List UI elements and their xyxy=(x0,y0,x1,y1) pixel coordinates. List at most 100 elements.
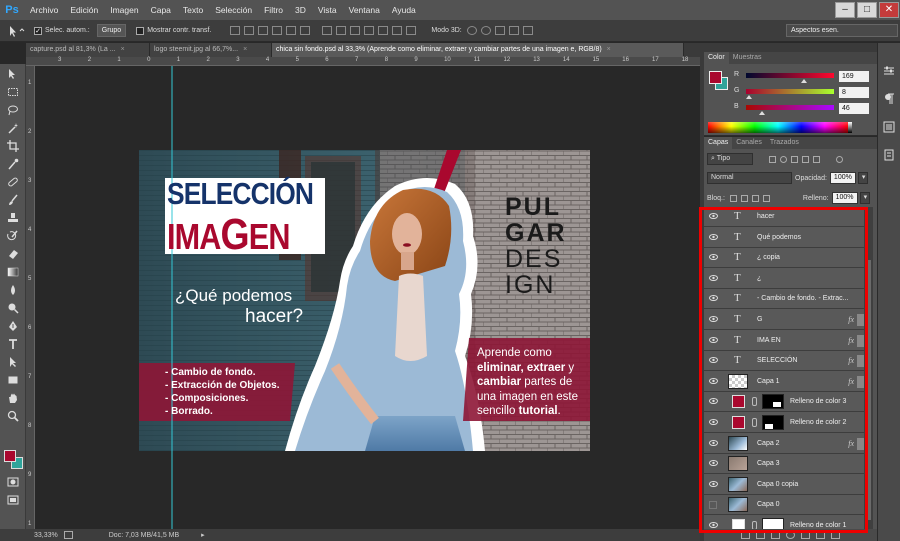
green-thumb[interactable] xyxy=(745,95,752,99)
red-value[interactable]: 169 xyxy=(839,71,869,82)
blue-bar[interactable] xyxy=(746,105,834,110)
properties-icon[interactable] xyxy=(883,121,895,133)
dodge-icon[interactable] xyxy=(7,302,19,314)
auto-select-checkbox[interactable]: ✓ xyxy=(34,26,42,35)
paragraph-icon[interactable] xyxy=(883,93,895,105)
tab-color[interactable]: Color xyxy=(704,52,729,64)
menu-item-ventana[interactable]: Ventana xyxy=(343,0,386,20)
adjustments-icon[interactable] xyxy=(883,65,895,77)
align-top-icon[interactable] xyxy=(230,26,241,35)
tab-layers[interactable]: Capas xyxy=(704,137,733,149)
tab-logo-steemit[interactable]: logo steemit.jpg al 66,7%... × xyxy=(150,43,272,57)
blur-icon[interactable] xyxy=(7,284,19,296)
status-arrow-icon[interactable]: ▸ xyxy=(201,531,205,539)
fill-dropdown-icon[interactable]: ▾ xyxy=(859,192,870,204)
distribute-right-icon[interactable] xyxy=(392,26,403,35)
green-slider[interactable]: G 8 xyxy=(730,87,878,99)
magic-wand-icon[interactable] xyxy=(7,122,19,134)
history-icon[interactable] xyxy=(883,149,895,161)
move-icon[interactable] xyxy=(7,68,19,80)
blue-slider[interactable]: B 46 xyxy=(730,103,878,115)
zoom-level[interactable]: 33,33% xyxy=(34,532,58,539)
auto-align-icon[interactable] xyxy=(406,26,417,35)
red-bar[interactable] xyxy=(746,73,834,78)
menu-item-texto[interactable]: Texto xyxy=(177,0,209,20)
align-right-icon[interactable] xyxy=(300,26,311,35)
distribute-left-icon[interactable] xyxy=(364,26,375,35)
drag-3d-icon[interactable] xyxy=(494,26,505,35)
distribute-top-icon[interactable] xyxy=(322,26,333,35)
grayscale-ramp[interactable] xyxy=(848,122,852,133)
tab-swatches[interactable]: Muestras xyxy=(729,52,766,64)
maximize-button[interactable]: □ xyxy=(857,2,877,18)
status-info-icon[interactable] xyxy=(63,531,73,539)
red-slider[interactable]: R 169 xyxy=(730,71,878,83)
tab-channels[interactable]: Canales xyxy=(732,137,766,149)
blend-mode-dropdown[interactable]: Normal xyxy=(707,172,792,184)
tab-close-icon[interactable]: × xyxy=(121,43,125,57)
filter-toggle-icon[interactable] xyxy=(836,155,843,163)
healing-brush-icon[interactable] xyxy=(7,176,19,188)
workspace-dropdown[interactable]: Aspectos esen. xyxy=(786,24,898,37)
opacity-dropdown-icon[interactable]: ▾ xyxy=(857,172,868,184)
roll-3d-icon[interactable] xyxy=(480,26,491,35)
quick-mask-icon[interactable] xyxy=(7,476,19,488)
blue-thumb[interactable] xyxy=(758,111,765,115)
distribute-bottom-icon[interactable] xyxy=(350,26,361,35)
blue-value[interactable]: 46 xyxy=(839,103,869,114)
tab-capture[interactable]: capture.psd al 81,3% (La ... × xyxy=(26,43,150,57)
lock-position-icon[interactable] xyxy=(751,194,759,202)
tab-close-icon[interactable]: × xyxy=(243,43,247,57)
panel-foreground-swatch[interactable] xyxy=(709,71,722,84)
menu-item-edici-n[interactable]: Edición xyxy=(64,0,104,20)
slide-3d-icon[interactable] xyxy=(508,26,519,35)
filter-adjustment-icon[interactable] xyxy=(780,155,787,163)
distribute-hcenter-icon[interactable] xyxy=(378,26,389,35)
rotate-3d-icon[interactable] xyxy=(466,26,477,35)
rectangle-icon[interactable] xyxy=(7,374,19,386)
menu-item-imagen[interactable]: Imagen xyxy=(104,0,144,20)
lock-all-icon[interactable] xyxy=(762,194,770,202)
layer-filter-dropdown[interactable]: ⌕ Tipo xyxy=(707,153,753,165)
red-thumb[interactable] xyxy=(801,79,808,83)
brush-icon[interactable] xyxy=(7,194,19,206)
lock-pixels-icon[interactable] xyxy=(740,194,748,202)
hand-icon[interactable] xyxy=(7,392,19,404)
opacity-value[interactable]: 100% xyxy=(829,172,856,184)
zoom-icon[interactable] xyxy=(7,410,19,422)
eraser-icon[interactable] xyxy=(7,248,19,260)
color-spectrum[interactable] xyxy=(708,122,848,133)
clone-stamp-icon[interactable] xyxy=(7,212,19,224)
align-vcenter-icon[interactable] xyxy=(244,26,255,35)
transform-controls-checkbox[interactable] xyxy=(136,26,145,35)
align-hcenter-icon[interactable] xyxy=(286,26,297,35)
foreground-color-swatch[interactable] xyxy=(4,450,16,462)
screen-mode-icon[interactable] xyxy=(7,494,19,506)
eyedropper-icon[interactable] xyxy=(7,158,19,170)
filter-smart-object-icon[interactable] xyxy=(813,155,820,163)
distribute-vcenter-icon[interactable] xyxy=(336,26,347,35)
auto-select-dropdown[interactable]: Grupo xyxy=(96,24,127,37)
filter-pixel-icon[interactable] xyxy=(769,155,776,163)
menu-item-filtro[interactable]: Filtro xyxy=(258,0,289,20)
green-value[interactable]: 8 xyxy=(839,87,869,98)
lasso-icon[interactable] xyxy=(7,104,19,116)
close-button[interactable]: ✕ xyxy=(879,2,899,18)
tab-close-icon[interactable]: × xyxy=(607,43,611,57)
gradient-icon[interactable] xyxy=(7,266,19,278)
menu-item-capa[interactable]: Capa xyxy=(145,0,177,20)
path-selection-icon[interactable] xyxy=(7,356,19,368)
scale-3d-icon[interactable] xyxy=(522,26,533,35)
filter-shape-icon[interactable] xyxy=(802,155,809,163)
type-icon[interactable] xyxy=(7,338,19,350)
align-bottom-icon[interactable] xyxy=(258,26,269,35)
lock-transparency-icon[interactable] xyxy=(729,194,737,202)
history-brush-icon[interactable] xyxy=(7,230,19,242)
menu-item-ayuda[interactable]: Ayuda xyxy=(386,0,422,20)
canvas-area[interactable]: SELECCIÓN IMAGEN ¿Qué podemos hacer? - C… xyxy=(35,66,700,529)
tab-chica-sin-fondo[interactable]: chica sin fondo.psd al 33,3% (Aprende co… xyxy=(272,43,684,57)
menu-item-3d[interactable]: 3D xyxy=(289,0,312,20)
align-left-icon[interactable] xyxy=(272,26,283,35)
marquee-icon[interactable] xyxy=(7,86,19,98)
menu-item-vista[interactable]: Vista xyxy=(312,0,343,20)
